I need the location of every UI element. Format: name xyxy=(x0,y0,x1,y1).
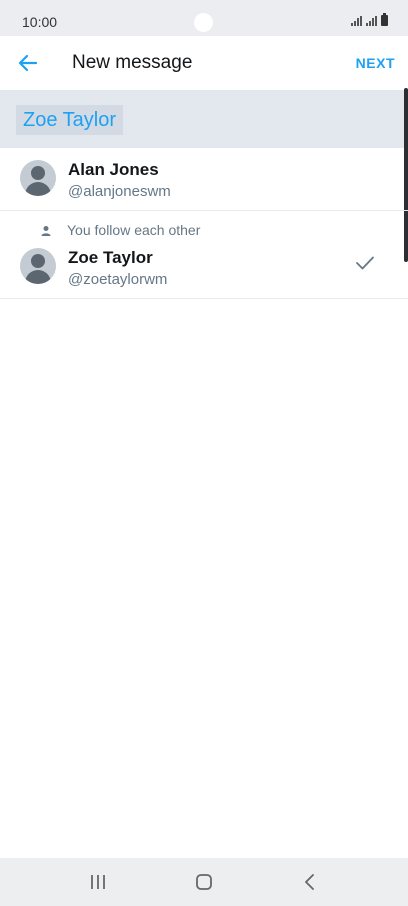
person-icon xyxy=(40,224,52,236)
camera-cutout xyxy=(194,13,213,32)
contact-handle: @zoetaylorwm xyxy=(68,271,168,288)
follow-status: You follow each other xyxy=(67,222,201,238)
recent-apps-icon[interactable] xyxy=(86,870,110,894)
contact-list: Alan Jones @alanjoneswm You follow each … xyxy=(0,148,408,299)
next-button[interactable]: NEXT xyxy=(356,55,395,71)
avatar xyxy=(20,248,56,284)
back-icon[interactable] xyxy=(298,870,322,894)
list-item[interactable]: You follow each other Zoe Taylor @zoetay… xyxy=(0,211,408,299)
contact-name: Alan Jones xyxy=(68,160,159,179)
status-bar: 10:00 xyxy=(0,0,408,36)
recipient-chip[interactable]: Zoe Taylor xyxy=(16,105,124,135)
app-bar: New message NEXT xyxy=(0,36,408,91)
list-item[interactable]: Alan Jones @alanjoneswm xyxy=(0,148,408,211)
home-icon[interactable] xyxy=(192,870,216,894)
page-title: New message xyxy=(72,52,193,73)
avatar xyxy=(20,160,56,196)
contact-name: Zoe Taylor xyxy=(68,248,153,267)
back-arrow-icon[interactable] xyxy=(14,49,42,77)
contact-handle: @alanjoneswm xyxy=(68,183,171,200)
battery-icon xyxy=(381,13,388,26)
signal-icon xyxy=(351,16,362,26)
checkmark-icon xyxy=(355,255,375,271)
recipient-bar[interactable]: Zoe Taylor xyxy=(0,91,404,148)
status-icons xyxy=(351,13,388,26)
status-time: 10:00 xyxy=(22,14,58,30)
signal-icon-2 xyxy=(366,16,377,26)
navigation-bar xyxy=(0,858,408,906)
